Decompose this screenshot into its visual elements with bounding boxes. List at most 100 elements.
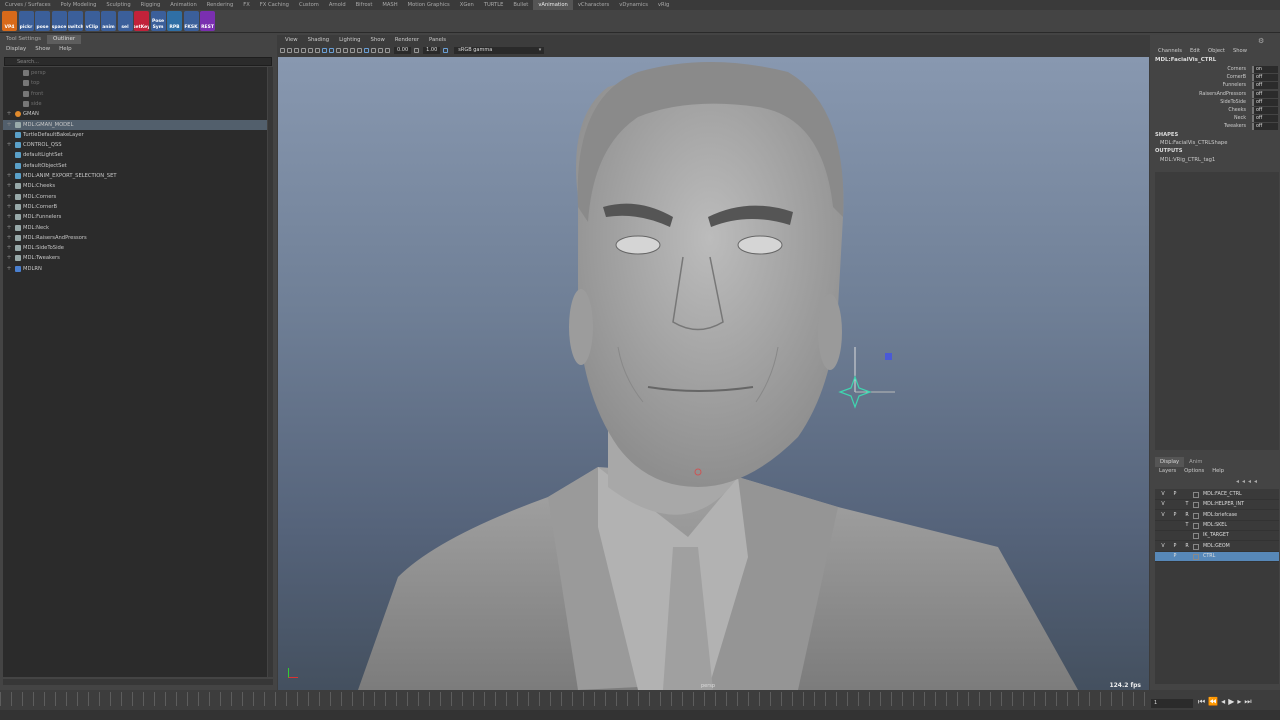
lights-icon[interactable] bbox=[343, 48, 348, 53]
layer-color-swatch[interactable] bbox=[1193, 502, 1199, 509]
channel-menu-show[interactable]: Show bbox=[1229, 46, 1251, 56]
viewport-menu-show[interactable]: Show bbox=[366, 36, 390, 45]
layer-toggle-r[interactable]: R bbox=[1183, 511, 1191, 521]
channel-attribute-value[interactable]: off bbox=[1252, 90, 1278, 98]
expand-icon[interactable]: + bbox=[5, 181, 13, 191]
outliner-item[interactable]: side bbox=[3, 99, 267, 109]
outliner-item[interactable]: + MDLRN bbox=[3, 264, 267, 274]
viewport-menu-panels[interactable]: Panels bbox=[424, 36, 451, 45]
outliner-item[interactable]: front bbox=[3, 89, 267, 99]
channel-attribute-value[interactable]: off bbox=[1252, 82, 1278, 90]
shelf-tab-poly-modeling[interactable]: Poly Modeling bbox=[56, 0, 102, 10]
outliner-item[interactable]: + MDL:RaisersAndPressors bbox=[3, 233, 267, 243]
viewport-3d[interactable]: persp 124.2 fps bbox=[278, 57, 1149, 690]
expand-icon[interactable]: + bbox=[5, 202, 13, 212]
expand-icon[interactable]: + bbox=[5, 140, 13, 150]
layer-color-swatch[interactable] bbox=[1193, 522, 1199, 529]
outliner-item[interactable]: + MDL:GMAN_MODEL bbox=[3, 119, 267, 130]
shelf-button-rest[interactable]: REST bbox=[200, 11, 215, 31]
grid-icon[interactable] bbox=[315, 48, 320, 53]
outliner-item[interactable]: + MDL:ANIM_EXPORT_SELECTION_SET bbox=[3, 171, 267, 181]
outliner-item[interactable]: + MDL:Cheeks bbox=[3, 181, 267, 191]
layer-menu-layers[interactable]: Layers bbox=[1155, 467, 1180, 476]
shelf-tab-bifrost[interactable]: Bifrost bbox=[351, 0, 378, 10]
channel-attribute-value[interactable]: on bbox=[1252, 66, 1278, 73]
outliner-item[interactable]: + MDL:Funnelers bbox=[3, 212, 267, 222]
layer-color-swatch[interactable] bbox=[1193, 533, 1199, 540]
shelf-button-pose-sym[interactable]: Pose Sym bbox=[150, 11, 166, 31]
smooth-shade-icon[interactable] bbox=[329, 48, 334, 53]
xray-icon[interactable] bbox=[371, 48, 376, 53]
resolution-gate-icon[interactable] bbox=[308, 48, 313, 53]
expand-icon[interactable]: + bbox=[5, 223, 13, 233]
layer-toggle-v[interactable]: V bbox=[1159, 511, 1167, 521]
layer-toggle-r[interactable]: T bbox=[1183, 521, 1191, 531]
expand-icon[interactable]: + bbox=[5, 109, 13, 119]
layer-row[interactable]: V P R MDL:GEOM bbox=[1155, 542, 1279, 552]
outliner-scrollbar[interactable] bbox=[268, 67, 273, 677]
expand-icon[interactable]: + bbox=[5, 120, 13, 130]
channel-attribute-name[interactable]: Funnelers bbox=[1223, 82, 1246, 90]
channel-attribute-name[interactable]: CornerB bbox=[1227, 74, 1246, 82]
shelf-tab-custom[interactable]: Custom bbox=[294, 0, 324, 10]
move-layer-up-icon[interactable]: ◂ bbox=[1236, 478, 1239, 485]
shelf-tab-rendering[interactable]: Rendering bbox=[202, 0, 239, 10]
shape-node[interactable]: MDL:FacialVis_CTRLShape bbox=[1160, 140, 1227, 146]
outliner-item[interactable]: + MDL:Tweakers bbox=[3, 253, 267, 263]
viewport-menu-view[interactable]: View bbox=[280, 36, 303, 45]
outliner-item[interactable]: + CONTROL_QSS bbox=[3, 140, 267, 150]
play-forward-icon[interactable]: ▶ bbox=[1228, 697, 1234, 707]
step-back-key-icon[interactable]: ⏪ bbox=[1208, 697, 1218, 707]
viewport-menu-lighting[interactable]: Lighting bbox=[334, 36, 365, 45]
outliner-item[interactable]: defaultObjectSet bbox=[3, 161, 267, 171]
expand-icon[interactable]: + bbox=[5, 171, 13, 181]
shelf-tab-turtle[interactable]: TURTLE bbox=[479, 0, 509, 10]
shelf-button-sel[interactable]: sel bbox=[117, 11, 133, 31]
channel-attribute-name[interactable]: RaisersAndPressors bbox=[1199, 91, 1246, 99]
film-gate-icon[interactable] bbox=[301, 48, 306, 53]
viewport-menu-renderer[interactable]: Renderer bbox=[390, 36, 424, 45]
select-camera-icon[interactable] bbox=[280, 48, 285, 53]
layer-tab-anim[interactable]: Anim bbox=[1184, 457, 1207, 467]
shelf-tab-vcharacters[interactable]: vCharacters bbox=[573, 0, 614, 10]
go-to-end-icon[interactable]: ⏭ bbox=[1244, 697, 1251, 707]
layer-toggle-v[interactable]: V bbox=[1159, 542, 1167, 552]
outliner-menu-show[interactable]: Show bbox=[29, 44, 53, 54]
lock-camera-icon[interactable] bbox=[287, 48, 292, 53]
layer-menu-options[interactable]: Options bbox=[1180, 467, 1208, 476]
tab-outliner[interactable]: Outliner bbox=[47, 35, 82, 44]
shelf-button-vclip[interactable]: vClip bbox=[84, 11, 100, 31]
outliner-item[interactable]: + GMAN bbox=[3, 109, 267, 119]
outliner-item[interactable]: + MDL:Corners bbox=[3, 192, 267, 202]
layer-color-swatch[interactable] bbox=[1193, 512, 1199, 519]
layer-toggle-r[interactable]: T bbox=[1183, 500, 1191, 510]
outliner-item[interactable]: persp bbox=[3, 68, 267, 78]
layer-color-swatch[interactable] bbox=[1193, 553, 1199, 560]
channel-attribute-value[interactable]: off bbox=[1252, 107, 1278, 114]
channel-menu-object[interactable]: Object bbox=[1204, 46, 1229, 56]
move-layer-down-icon[interactable]: ◂ bbox=[1242, 478, 1245, 485]
channel-menu-channels[interactable]: Channels bbox=[1154, 46, 1186, 56]
layer-tab-display[interactable]: Display bbox=[1155, 457, 1185, 467]
expand-icon[interactable]: + bbox=[5, 264, 13, 274]
expand-icon[interactable]: + bbox=[5, 212, 13, 222]
layer-toggle-p[interactable]: P bbox=[1171, 542, 1179, 552]
shelf-button-pickr[interactable]: pickr bbox=[18, 11, 34, 31]
layer-row[interactable]: P CTRL bbox=[1155, 551, 1279, 562]
layer-toggle-p[interactable]: P bbox=[1171, 552, 1179, 562]
layer-toggle-v[interactable]: V bbox=[1159, 500, 1167, 510]
range-slider[interactable] bbox=[0, 710, 1280, 720]
go-to-start-icon[interactable]: ⏮ bbox=[1198, 697, 1205, 707]
wireframe-icon[interactable] bbox=[322, 48, 327, 53]
shelf-tab-motion-graphics[interactable]: Motion Graphics bbox=[403, 0, 455, 10]
expand-icon[interactable]: + bbox=[5, 233, 13, 243]
outliner-item[interactable]: + MDL:Neck bbox=[3, 223, 267, 233]
shelf-tab-rigging[interactable]: Rigging bbox=[136, 0, 166, 10]
current-frame-field[interactable]: 1 bbox=[1151, 699, 1193, 708]
layer-toggle-v[interactable]: V bbox=[1159, 490, 1167, 500]
expand-icon[interactable]: + bbox=[5, 253, 13, 263]
gamma-icon[interactable] bbox=[414, 48, 420, 53]
channel-attribute-value[interactable]: off bbox=[1252, 74, 1278, 82]
shelf-tab-arnold[interactable]: Arnold bbox=[324, 0, 351, 10]
layer-color-swatch[interactable] bbox=[1193, 492, 1199, 498]
